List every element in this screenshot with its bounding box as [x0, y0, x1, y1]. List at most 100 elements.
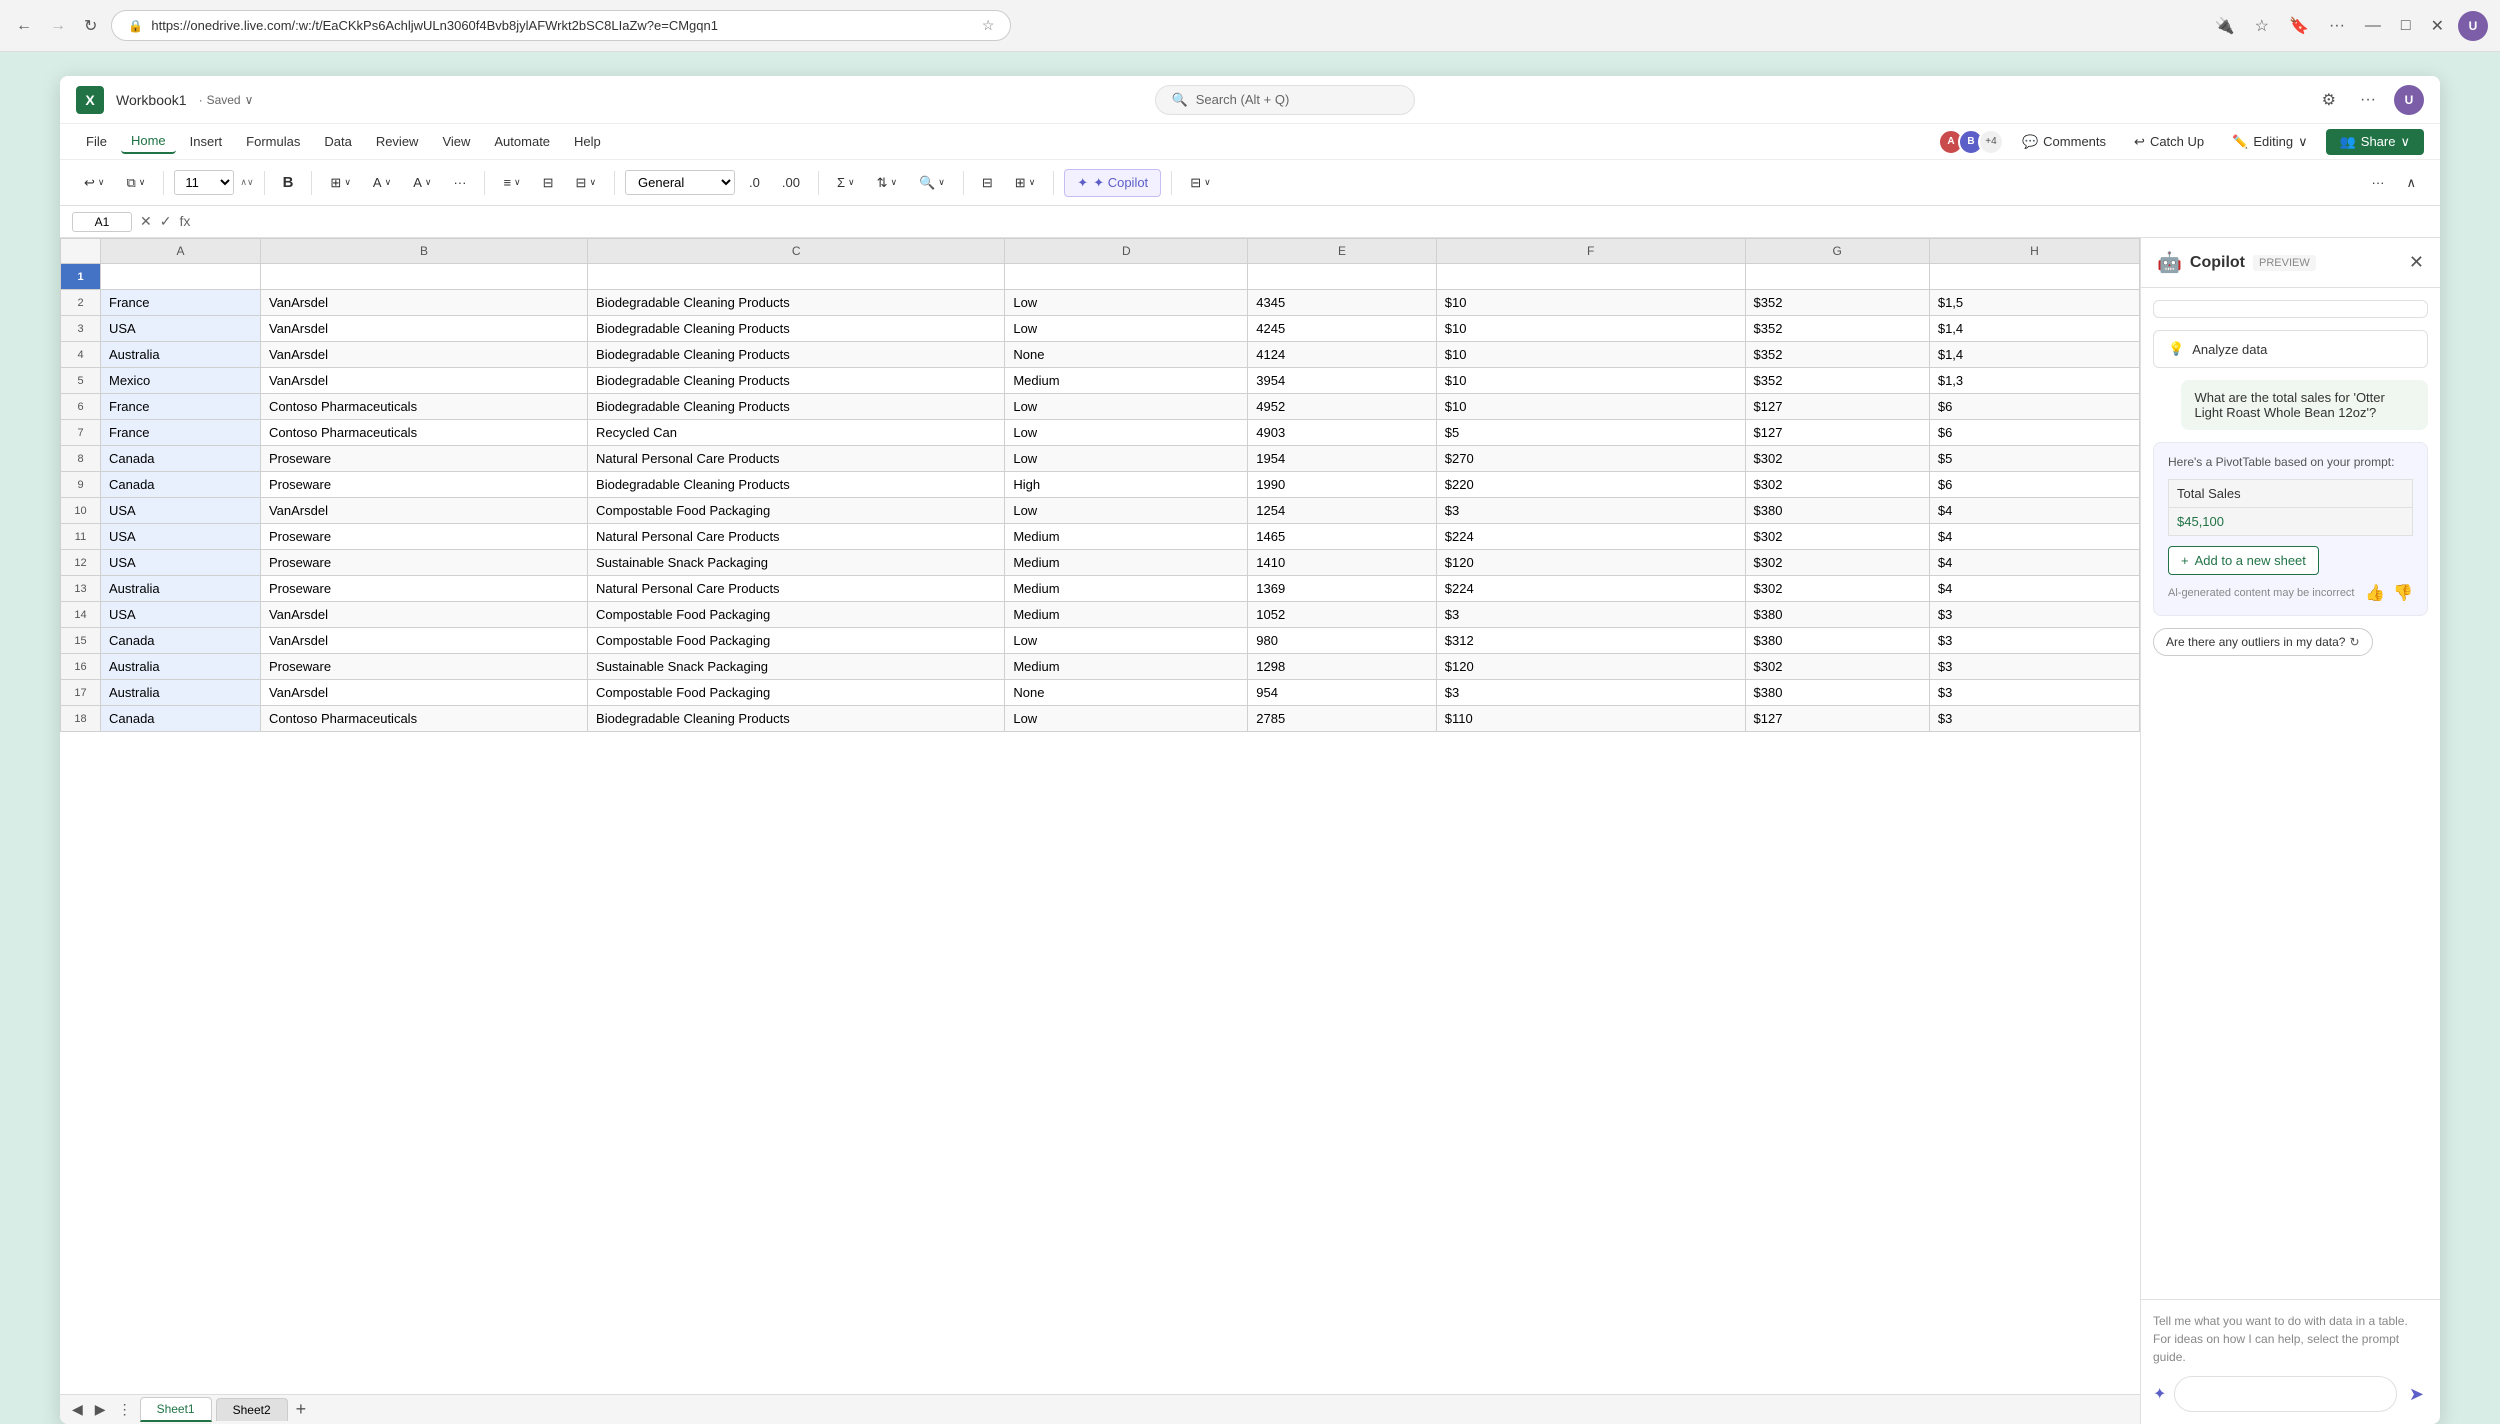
cell-data[interactable]: Proseware — [260, 550, 587, 576]
align-btn[interactable]: ≡∨ — [495, 171, 528, 194]
sheet-tab-2[interactable]: Sheet2 — [216, 1398, 288, 1421]
suggestion-chip-1[interactable]: Are there any outliers in my data? ↻ — [2153, 628, 2373, 656]
star-icon[interactable]: ☆ — [982, 17, 995, 34]
font-color-btn[interactable]: A∨ — [405, 171, 439, 194]
comments-btn[interactable]: 💬 Comments — [2012, 129, 2116, 155]
cell-country[interactable]: Canada — [101, 446, 261, 472]
cell-data[interactable]: Compostable Food Packaging — [588, 680, 1005, 706]
header-customer[interactable]: Customer ▼ — [260, 264, 587, 290]
cell-country[interactable]: Canada — [101, 628, 261, 654]
cell-data[interactable]: $3 — [1436, 680, 1745, 706]
copilot-chat-input[interactable] — [2174, 1376, 2397, 1412]
header-gross-sales[interactable]: Gross Sales ▼ — [1929, 264, 2139, 290]
cell-data[interactable]: 954 — [1248, 680, 1437, 706]
cell-data[interactable]: $120 — [1436, 550, 1745, 576]
cell-data[interactable]: 1254 — [1248, 498, 1437, 524]
header-mfg-price[interactable]: Manufacturing Price ▼ — [1436, 264, 1745, 290]
merge-btn[interactable]: ⊟ — [535, 171, 562, 195]
favorites-btn[interactable]: ☆ — [2249, 11, 2275, 41]
cell-data[interactable]: $127 — [1745, 420, 1929, 446]
editing-btn[interactable]: ✏️ Editing ∨ — [2222, 129, 2317, 155]
cell-data[interactable]: Low — [1005, 420, 1248, 446]
confirm-icon[interactable]: ✓ — [160, 213, 172, 230]
cell-data[interactable]: 4952 — [1248, 394, 1437, 420]
copilot-send-btn[interactable]: ➤ — [2405, 1380, 2428, 1409]
cell-data[interactable]: Medium — [1005, 576, 1248, 602]
browser-more-btn[interactable]: ··· — [2323, 11, 2351, 41]
forward-button[interactable]: → — [46, 13, 70, 39]
cell-data[interactable]: Compostable Food Packaging — [588, 628, 1005, 654]
cell-data[interactable]: $6 — [1929, 420, 2139, 446]
cell-country[interactable]: USA — [101, 602, 261, 628]
copilot-top-input[interactable] — [2153, 300, 2428, 318]
maximize-btn[interactable]: □ — [2395, 11, 2417, 41]
cell-data[interactable]: $224 — [1436, 524, 1745, 550]
cell-data[interactable]: Low — [1005, 394, 1248, 420]
cell-data[interactable]: 4124 — [1248, 342, 1437, 368]
cell-data[interactable]: VanArsdel — [260, 368, 587, 394]
cell-data[interactable]: VanArsdel — [260, 290, 587, 316]
font-size-select[interactable]: 11101214 — [174, 170, 234, 195]
header-country[interactable]: Country ▼ — [101, 264, 261, 290]
cell-data[interactable]: 1052 — [1248, 602, 1437, 628]
cell-data[interactable]: VanArsdel — [260, 602, 587, 628]
cell-data[interactable]: $352 — [1745, 316, 1929, 342]
cell-data[interactable]: Medium — [1005, 524, 1248, 550]
sparkle-btn[interactable]: ✦ — [2153, 1384, 2166, 1404]
cell-data[interactable]: $352 — [1745, 342, 1929, 368]
cell-data[interactable]: VanArsdel — [260, 316, 587, 342]
cell-data[interactable]: VanArsdel — [260, 680, 587, 706]
cell-country[interactable]: Australia — [101, 654, 261, 680]
add-to-sheet-btn[interactable]: + Add to a new sheet — [2168, 546, 2319, 575]
cell-data[interactable]: 980 — [1248, 628, 1437, 654]
cell-data[interactable]: $127 — [1745, 394, 1929, 420]
cell-country[interactable]: France — [101, 420, 261, 446]
cell-data[interactable]: High — [1005, 472, 1248, 498]
cell-country[interactable]: Canada — [101, 472, 261, 498]
menu-automate[interactable]: Automate — [484, 130, 560, 153]
border-btn[interactable]: ⊞∨ — [322, 171, 359, 195]
cell-data[interactable]: $302 — [1745, 472, 1929, 498]
cell-data[interactable]: 1369 — [1248, 576, 1437, 602]
cell-data[interactable]: $380 — [1745, 680, 1929, 706]
app-more-btn[interactable]: ··· — [2354, 87, 2382, 113]
cell-data[interactable]: Compostable Food Packaging — [588, 602, 1005, 628]
cell-data[interactable]: VanArsdel — [260, 498, 587, 524]
add-sheet-btn[interactable]: + — [292, 1399, 311, 1420]
sheet-nav-more[interactable]: ⋮ — [114, 1399, 136, 1420]
cell-data[interactable]: Natural Personal Care Products — [588, 524, 1005, 550]
cell-data[interactable]: $4 — [1929, 524, 2139, 550]
cell-data[interactable]: Contoso Pharmaceuticals — [260, 706, 587, 732]
cell-data[interactable]: None — [1005, 680, 1248, 706]
cell-data[interactable]: $10 — [1436, 290, 1745, 316]
settings-btn[interactable]: ⚙ — [2316, 86, 2342, 114]
col-header-h[interactable]: H — [1929, 239, 2139, 264]
cell-data[interactable]: 1298 — [1248, 654, 1437, 680]
cell-data[interactable]: Proseware — [260, 524, 587, 550]
cell-data[interactable]: Proseware — [260, 446, 587, 472]
cell-data[interactable]: $1,4 — [1929, 316, 2139, 342]
cell-data[interactable]: Proseware — [260, 654, 587, 680]
cell-styles-btn[interactable]: ⊟ — [974, 171, 1001, 195]
format-table-btn[interactable]: ⊞∨ — [1007, 171, 1044, 195]
cell-data[interactable]: 1954 — [1248, 446, 1437, 472]
cell-data[interactable]: $302 — [1745, 550, 1929, 576]
col-header-d[interactable]: D — [1005, 239, 1248, 264]
cell-data[interactable]: $302 — [1745, 654, 1929, 680]
close-btn[interactable]: ✕ — [2425, 11, 2450, 41]
cell-data[interactable]: Medium — [1005, 368, 1248, 394]
col-header-b[interactable]: B — [260, 239, 587, 264]
cell-data[interactable]: Biodegradable Cleaning Products — [588, 368, 1005, 394]
thumbs-up-btn[interactable]: 👍 — [2365, 583, 2385, 603]
minimize-btn[interactable]: — — [2359, 11, 2387, 41]
cell-data[interactable]: $270 — [1436, 446, 1745, 472]
cell-data[interactable]: $10 — [1436, 394, 1745, 420]
cell-data[interactable]: 4345 — [1248, 290, 1437, 316]
cell-data[interactable]: $1,5 — [1929, 290, 2139, 316]
cell-data[interactable]: Low — [1005, 290, 1248, 316]
cell-data[interactable]: Biodegradable Cleaning Products — [588, 706, 1005, 732]
menu-file[interactable]: File — [76, 130, 117, 153]
menu-home[interactable]: Home — [121, 129, 176, 154]
analyze-data-btn[interactable]: 💡 Analyze data — [2153, 330, 2428, 368]
col-header-a[interactable]: A — [101, 239, 261, 264]
